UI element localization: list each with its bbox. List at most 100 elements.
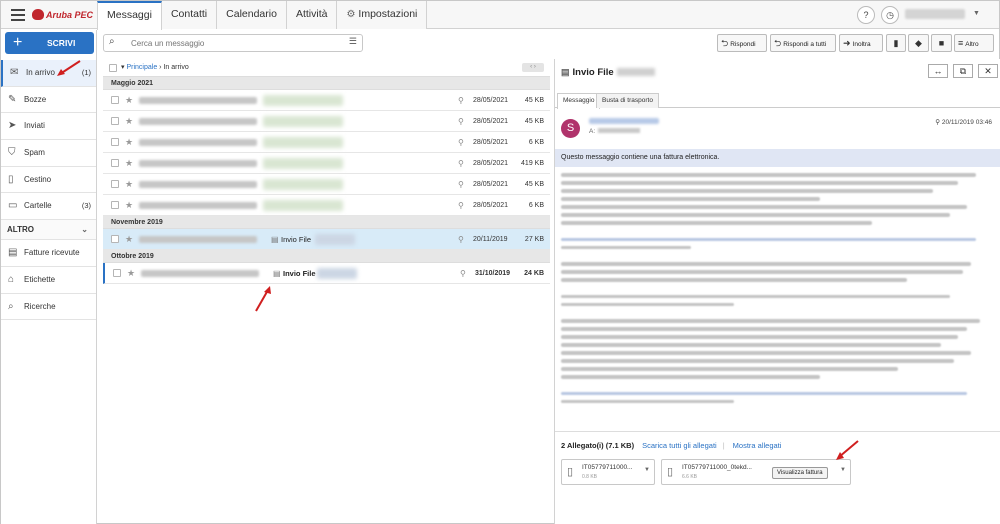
table-row[interactable]: ★ ⚲ 28/05/2021 419 KB: [103, 153, 550, 174]
attachments-header: 2 Allegato(i) (7.1 KB) Scarica tutti gli …: [561, 441, 781, 450]
row-checkbox[interactable]: [111, 180, 119, 188]
sidebar-item-labels[interactable]: ⌂ Etichette: [1, 267, 96, 294]
row-size: 419 KB: [521, 160, 544, 167]
sidebar-item-drafts[interactable]: ✎ Bozze: [1, 87, 96, 114]
tab-attivita[interactable]: Attività: [286, 1, 338, 29]
list-header: ▾ Principale › In arrivo ‹ ›: [103, 59, 550, 77]
subject-redacted: [263, 137, 343, 148]
sender-redacted: [139, 236, 257, 243]
star-icon[interactable]: ★: [125, 90, 133, 111]
table-row[interactable]: ★ ⚲ 28/05/2021 45 KB: [103, 111, 550, 132]
sidebar-item-sent[interactable]: ➤ Inviati: [1, 113, 96, 141]
star-icon[interactable]: ★: [125, 174, 133, 195]
group-header: Novembre 2019: [103, 216, 550, 229]
altro-label: ALTRO: [7, 225, 34, 235]
star-icon[interactable]: ★: [125, 111, 133, 132]
chevron-down-icon[interactable]: ▼: [840, 467, 846, 473]
close-icon[interactable]: ✕: [978, 64, 998, 78]
tab-calendario[interactable]: Calendario: [217, 1, 287, 29]
group-header: Ottobre 2019: [103, 250, 550, 263]
search-icon: ⌕: [109, 36, 115, 47]
star-icon[interactable]: ★: [125, 132, 133, 153]
folder-icon: ■: [938, 38, 945, 48]
select-all-checkbox[interactable]: [109, 64, 117, 72]
sidebar-item-invoices[interactable]: ▤ Fatture ricevute: [1, 240, 96, 267]
compose-button[interactable]: + SCRIVI: [5, 32, 94, 54]
forward-button[interactable]: ➜ Inoltra: [839, 34, 883, 52]
row-date: 20/11/2019: [473, 236, 508, 243]
show-attachments-link[interactable]: Mostra allegati: [733, 441, 782, 450]
table-row[interactable]: ★ ⚲ 28/05/2021 6 KB: [103, 132, 550, 153]
tab-contatti[interactable]: Contatti: [161, 1, 218, 29]
delete-button[interactable]: ▮: [886, 34, 906, 52]
sidebar-item-searches[interactable]: ⌕ Ricerche: [1, 294, 96, 321]
row-date: 28/05/2021: [473, 139, 509, 146]
move-folder-button[interactable]: ■: [931, 34, 952, 52]
pager-arrows[interactable]: ‹ ›: [522, 63, 544, 72]
shield-icon: ⛉: [8, 147, 16, 159]
more-button[interactable]: ≡ Altro: [954, 34, 994, 52]
menu-icon[interactable]: [11, 9, 25, 21]
sidebar-item-folders[interactable]: ▭ Cartelle (3): [1, 193, 96, 221]
reply-all-icon: ⮌: [774, 38, 782, 48]
download-all-link[interactable]: Scarica tutti gli allegati: [642, 441, 717, 450]
row-checkbox[interactable]: [111, 138, 119, 146]
user-account[interactable]: [905, 9, 965, 19]
tab-messaggi[interactable]: Messaggi: [97, 1, 162, 30]
history-icon[interactable]: ◷: [881, 6, 899, 24]
breadcrumb-root[interactable]: Principale: [126, 64, 157, 71]
reply-button[interactable]: ⮌ Rispondi: [717, 34, 767, 52]
star-icon[interactable]: ★: [125, 229, 133, 250]
annotation-arrow-icon: [836, 440, 859, 460]
search-input[interactable]: [131, 36, 331, 50]
table-row[interactable]: ★ ⚲ 28/05/2021 6 KB: [103, 195, 550, 216]
tab-messaggio[interactable]: Messaggio: [557, 93, 601, 109]
subject-redacted: [317, 268, 357, 279]
row-size: 24 KB: [524, 270, 544, 277]
subject-redacted: [263, 116, 343, 127]
attachment-item[interactable]: ▯ IT05779711000... 0.8 KB ▼: [561, 459, 655, 485]
sidebar-item-trash[interactable]: ▯ Cestino: [1, 167, 96, 194]
table-row[interactable]: ★ ⚲ 28/05/2021 45 KB: [103, 90, 550, 111]
attachment-icon: ⚲: [458, 96, 464, 105]
chevron-down-icon[interactable]: ▼: [973, 10, 980, 17]
tab-busta-trasporto[interactable]: Busta di trasporto: [596, 93, 659, 108]
altro-section-toggle[interactable]: ALTRO ⌄: [1, 220, 96, 241]
row-checkbox[interactable]: [111, 159, 119, 167]
sender-redacted[interactable]: [589, 118, 659, 124]
row-checkbox[interactable]: [111, 201, 119, 209]
reply-all-label: Rispondi a tutti: [783, 41, 827, 48]
attachment-icon: ⚲: [458, 117, 464, 126]
row-size: 45 KB: [524, 97, 544, 104]
expand-icon[interactable]: ↔: [928, 64, 948, 78]
filter-icon[interactable]: ☰: [349, 36, 357, 47]
row-checkbox[interactable]: [113, 269, 121, 277]
star-icon[interactable]: ★: [127, 263, 135, 284]
table-row[interactable]: ★ ▤ Invio File ⚲ 20/11/2019 27 KB: [103, 229, 550, 250]
message-title-text: Invio File: [572, 67, 614, 78]
star-icon[interactable]: ★: [125, 153, 133, 174]
popout-icon[interactable]: ⧉: [953, 64, 973, 78]
view-invoice-button[interactable]: Visualizza fattura: [772, 467, 828, 479]
row-checkbox[interactable]: [111, 96, 119, 104]
tag-button[interactable]: ◆: [908, 34, 929, 52]
sidebar-item-spam[interactable]: ⛉ Spam: [1, 140, 96, 167]
sidebar-item-label: In arrivo: [26, 68, 55, 77]
row-checkbox[interactable]: [111, 117, 119, 125]
table-row[interactable]: ★ ⚲ 28/05/2021 45 KB: [103, 174, 550, 195]
main-tabs: Messaggi Contatti Calendario Attività ⚙ I…: [97, 1, 428, 30]
forward-label: Inoltra: [852, 41, 871, 48]
help-icon[interactable]: ?: [857, 6, 875, 24]
reply-all-button[interactable]: ⮌ Rispondi a tutti: [770, 34, 836, 52]
chevron-down-icon: ⌄: [81, 225, 88, 235]
row-checkbox[interactable]: [111, 235, 119, 243]
sidebar-item-label: Fatture ricevute: [24, 248, 80, 258]
recipient-redacted: [598, 128, 641, 133]
attachment-item[interactable]: ▯ IT05779711000_0tekd... 6.6 KB Visualiz…: [661, 459, 851, 485]
attachment-name: IT05779711000...: [582, 464, 633, 471]
tab-impostazioni-label: Impostazioni: [358, 8, 418, 20]
star-icon[interactable]: ★: [125, 195, 133, 216]
chevron-down-icon[interactable]: ▼: [644, 467, 650, 473]
table-row[interactable]: ★ ▤ Invio File ⚲ 31/10/2019 24 KB: [103, 263, 550, 284]
tab-impostazioni[interactable]: ⚙ Impostazioni: [337, 1, 428, 29]
